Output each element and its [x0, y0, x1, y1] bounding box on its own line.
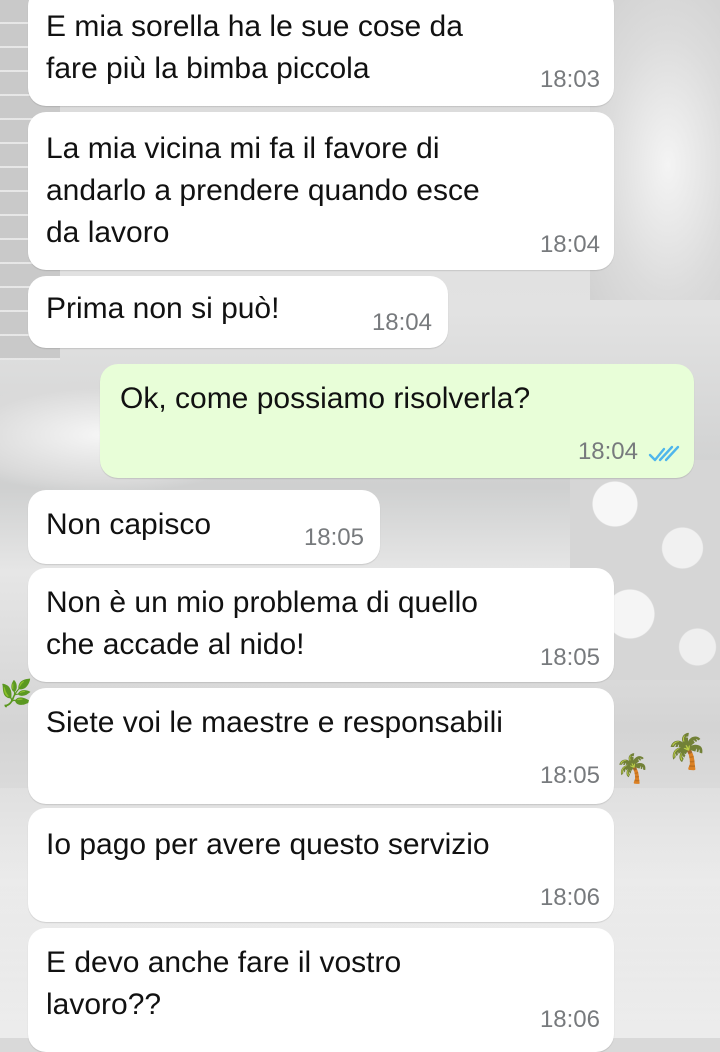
message-text: Io pago per avere questo servizio: [46, 828, 490, 861]
message-timestamp: 18:05: [303, 524, 364, 551]
message-text: E devo anche fare il vostro lavoro??: [46, 946, 402, 1021]
message-text: Non capisco: [46, 508, 212, 541]
message-bubble-incoming[interactable]: Non è un mio problema di quello che acca…: [28, 568, 614, 682]
message-timestamp: 18:05: [539, 644, 600, 671]
message-bubble-incoming[interactable]: La mia vicina mi fa il favore di andarlo…: [28, 112, 614, 270]
message-list: E mia sorella ha le sue cose da fare più…: [0, 0, 720, 1052]
message-bubble-incoming[interactable]: E devo anche fare il vostro lavoro?? 18:…: [28, 928, 614, 1052]
message-text: Ok, come possiamo risolverla?: [120, 382, 531, 415]
double-check-icon: [648, 445, 680, 462]
message-timestamp: 18:06: [539, 1006, 600, 1033]
message-timestamp: 18:04: [539, 231, 600, 258]
message-bubble-incoming[interactable]: Io pago per avere questo servizio 18:06: [28, 808, 614, 922]
message-bubble-incoming[interactable]: Siete voi le maestre e responsabili 18:0…: [28, 688, 614, 804]
message-timestamp: 18:04: [577, 438, 638, 465]
message-text: Prima non si può!: [46, 292, 280, 325]
message-bubble-incoming[interactable]: E mia sorella ha le sue cose da fare più…: [28, 0, 614, 106]
message-text: La mia vicina mi fa il favore di andarlo…: [46, 132, 480, 249]
message-timestamp: 18:06: [539, 884, 600, 911]
message-timestamp: 18:03: [539, 66, 600, 93]
message-text: Non è un mio problema di quello che acca…: [46, 586, 478, 661]
message-bubble-incoming[interactable]: Prima non si può! 18:04: [28, 276, 448, 348]
message-timestamp: 18:04: [371, 309, 432, 336]
message-text: Siete voi le maestre e responsabili: [46, 706, 503, 739]
message-timestamp: 18:05: [539, 762, 600, 789]
message-text: E mia sorella ha le sue cose da fare più…: [46, 10, 463, 85]
message-bubble-outgoing[interactable]: Ok, come possiamo risolverla? 18:04: [100, 364, 694, 478]
message-bubble-incoming[interactable]: Non capisco 18:05: [28, 490, 380, 564]
